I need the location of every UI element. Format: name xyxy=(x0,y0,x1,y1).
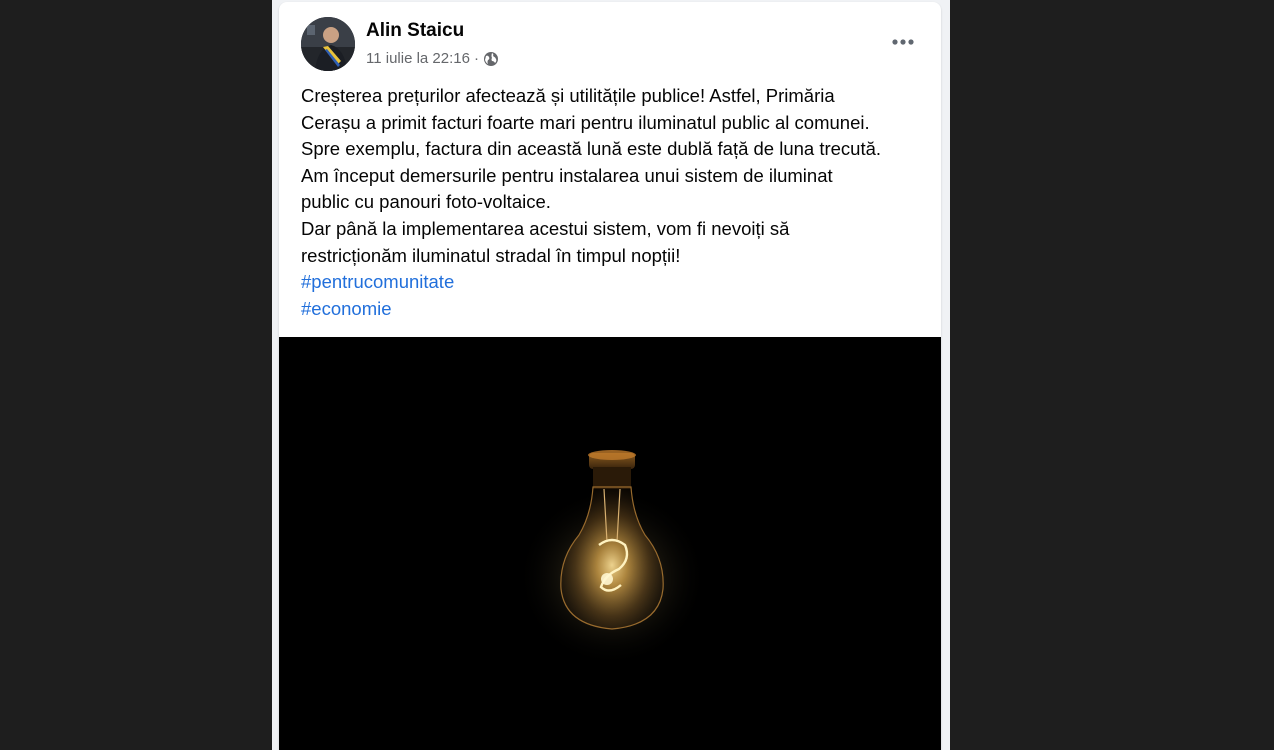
post-text-line: public cu panouri foto-voltaice. xyxy=(301,191,551,213)
more-options-icon[interactable] xyxy=(885,26,921,58)
author-name[interactable]: Alin Staicu xyxy=(366,20,464,42)
post-text-line: Spre exemplu, factura din această lună e… xyxy=(301,138,882,160)
post-text-line: Dar până la implementarea acestui sistem… xyxy=(301,217,790,239)
hashtag-link[interactable]: #economie xyxy=(301,298,392,319)
light-bulb-image xyxy=(279,337,941,750)
post-text-line: Am început demersurile pentru instalarea… xyxy=(301,164,833,186)
post-text-line: Creșterea prețurilor afectează și utilit… xyxy=(301,85,835,106)
hashtag-link[interactable]: #pentrucomunitate xyxy=(301,271,454,292)
post-card: Alin Staicu 11 iulie la 22:16 · Creștere… xyxy=(279,2,941,750)
post-image[interactable] xyxy=(279,337,941,750)
globe-icon[interactable] xyxy=(483,51,499,67)
post-timestamp[interactable]: 11 iulie la 22:16 xyxy=(366,50,470,67)
post-text: Creșterea prețurilor afectează și utilit… xyxy=(301,83,931,322)
avatar-image xyxy=(301,17,355,71)
post-header: Alin Staicu 11 iulie la 22:16 · xyxy=(279,2,941,80)
post-meta: 11 iulie la 22:16 · xyxy=(366,49,499,67)
post-text-line: restricționăm iluminatul stradal în timp… xyxy=(301,244,681,266)
author-avatar[interactable] xyxy=(301,17,355,71)
post-text-line: Cerașu a primit facturi foarte mari pent… xyxy=(301,111,870,133)
meta-separator: · xyxy=(473,49,479,67)
feed-column: Alin Staicu 11 iulie la 22:16 · Creștere… xyxy=(272,0,950,750)
